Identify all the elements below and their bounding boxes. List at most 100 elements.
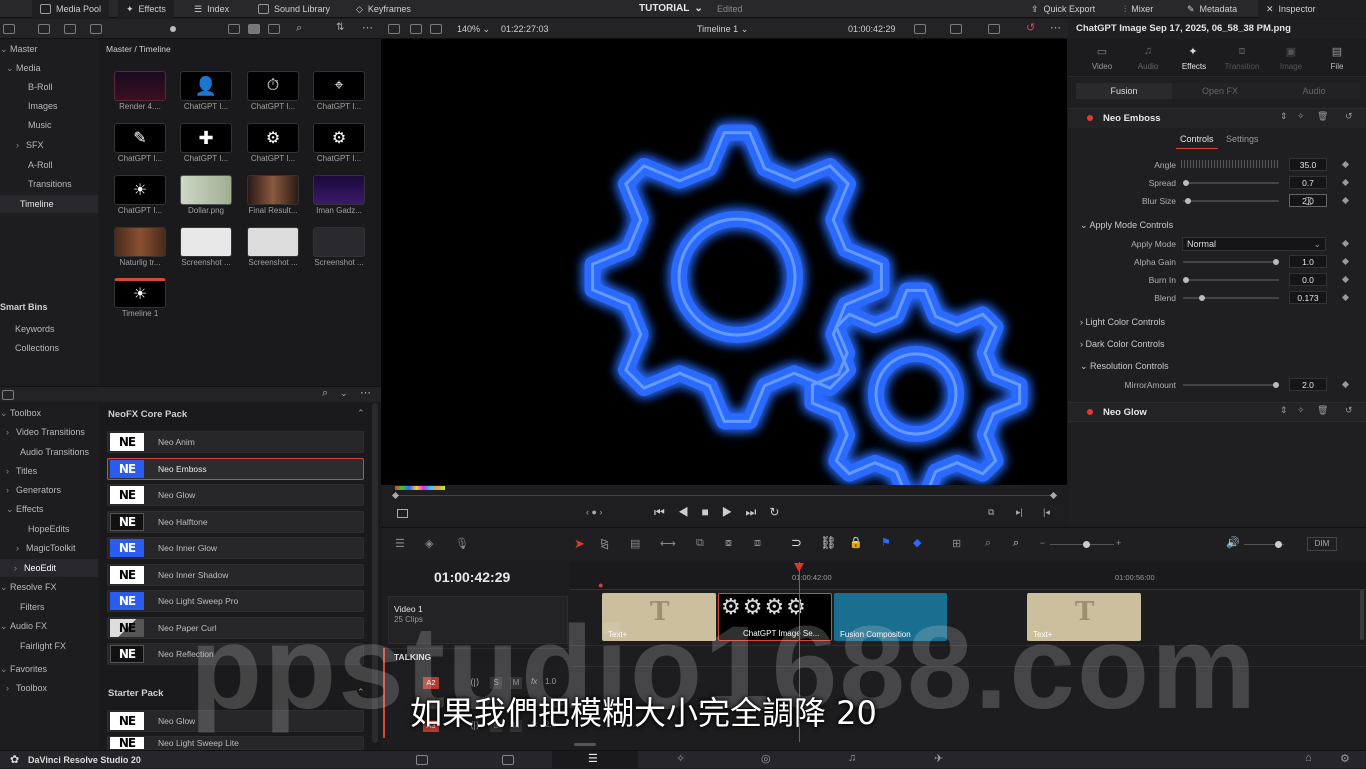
tab-image[interactable]: Image xyxy=(1273,62,1309,71)
zoom-slider[interactable] xyxy=(1050,544,1114,545)
zoom-detail-icon[interactable]: ⌕ xyxy=(985,537,991,550)
angle-value[interactable]: 35.0 xyxy=(1289,158,1327,171)
jog-control-icon[interactable]: ‹ ● › xyxy=(586,507,602,517)
snapping-icon[interactable]: ⊃ xyxy=(791,535,802,551)
transform-icon[interactable] xyxy=(988,24,1000,34)
tab-audio[interactable]: Audio xyxy=(1132,62,1164,71)
link-icon[interactable] xyxy=(38,24,50,34)
fx-video-transitions[interactable]: › Video Transitions xyxy=(6,423,85,441)
flag-icon[interactable]: ⚑ xyxy=(881,536,891,549)
microphone-icon[interactable]: 🎙 xyxy=(455,537,469,550)
zoom-level[interactable]: 140% ⌄ xyxy=(457,24,490,35)
skip-back-icon[interactable]: ⏮ xyxy=(654,505,678,519)
skip-forward-icon[interactable]: ⏭ xyxy=(746,505,770,519)
smart-bin-keywords[interactable]: Keywords xyxy=(15,320,55,338)
viewer-mode-icon[interactable] xyxy=(914,24,926,34)
timeline-ruler[interactable] xyxy=(570,562,1366,590)
undo-icon[interactable]: ↺ xyxy=(1026,21,1035,34)
magic-wand-icon[interactable]: ✧ xyxy=(1297,111,1305,122)
mixer-button[interactable]: ⫶ Mixer xyxy=(1124,0,1153,18)
fairlight-page-icon[interactable]: ♫ xyxy=(848,752,856,764)
blend-slider[interactable] xyxy=(1183,295,1279,301)
playhead-handle[interactable] xyxy=(794,563,804,572)
clip-thumbnail[interactable] xyxy=(313,175,365,205)
prev-clip-icon[interactable]: |◂ xyxy=(1043,507,1050,518)
clip-thumbnail[interactable]: ⚙ xyxy=(313,123,365,153)
mirror-amount-slider[interactable] xyxy=(1183,382,1279,388)
clip-thumbnail[interactable]: ⚙ xyxy=(247,123,299,153)
timeline-selector[interactable]: Timeline 1 ⌄ xyxy=(697,24,748,35)
trash-icon[interactable]: 🗑 xyxy=(1317,111,1328,122)
sound-library-button[interactable]: Sound Library xyxy=(258,0,330,18)
fx-audio-transitions[interactable]: Audio Transitions xyxy=(20,443,89,461)
bin-master[interactable]: ⌄ Master xyxy=(0,40,98,58)
effect-item[interactable]: NE Neo Inner Shadow xyxy=(107,564,364,586)
subtab-audio[interactable]: Audio xyxy=(1268,83,1360,99)
dim-button[interactable]: DIM xyxy=(1307,537,1337,551)
safe-area-icon[interactable] xyxy=(397,509,408,518)
bin-b-roll[interactable]: B-Roll xyxy=(28,78,53,96)
list-view-icon[interactable] xyxy=(268,24,280,34)
zoom-full-icon[interactable]: ⊞ xyxy=(952,537,961,550)
fx-audio-fx[interactable]: ⌄ Audio FX xyxy=(0,617,47,635)
clip-thumbnail[interactable] xyxy=(247,175,299,205)
effect-item[interactable]: NE Neo Glow xyxy=(107,484,364,506)
fx-filters[interactable]: Filters xyxy=(20,598,45,616)
bin-a-roll[interactable]: A-Roll xyxy=(28,156,53,174)
blend-value[interactable]: 0.173 xyxy=(1289,291,1327,304)
reorder-icon[interactable]: ⇕ xyxy=(1280,111,1288,122)
play-reverse-icon[interactable]: ◀ xyxy=(678,505,702,519)
fx-hopeedits[interactable]: HopeEdits xyxy=(28,520,70,538)
spread-slider[interactable] xyxy=(1183,180,1279,186)
monitor-icon[interactable] xyxy=(950,24,962,34)
clip-thumbnail[interactable]: 👤 xyxy=(180,71,232,101)
settings-gear-icon[interactable]: ⚙ xyxy=(1340,752,1350,765)
effect-item-selected[interactable]: NE Neo Emboss xyxy=(107,458,364,480)
clip-thumbnail[interactable] xyxy=(114,227,166,257)
linked-selection-icon[interactable]: ⛓ xyxy=(820,535,837,551)
fx-titles[interactable]: › Titles xyxy=(6,462,37,480)
slider-knob[interactable] xyxy=(1273,259,1279,265)
zoom-in-icon[interactable]: + xyxy=(1116,538,1121,548)
magic-wand-icon[interactable]: ✧ xyxy=(1297,405,1305,416)
fx-favorites[interactable]: ⌄ Favorites xyxy=(0,660,47,678)
blade-tool-icon[interactable]: ▤ xyxy=(630,537,640,550)
overwrite-clip-icon[interactable]: ⧇ xyxy=(725,537,732,550)
smart-bin-collections[interactable]: Collections xyxy=(15,339,59,357)
effect-item[interactable]: NE Neo Light Sweep Lite xyxy=(107,736,364,750)
reorder-icon[interactable]: ⇕ xyxy=(1280,405,1288,416)
viewer[interactable] xyxy=(381,39,1067,485)
fx-toolbox[interactable]: ⌄ Toolbox xyxy=(0,404,41,422)
tab-transition[interactable]: Transition xyxy=(1220,62,1264,71)
marker-icon[interactable]: ◆ xyxy=(913,536,921,549)
clip-thumbnail[interactable]: ☀ xyxy=(114,175,166,205)
index-button[interactable]: ☰ Index xyxy=(194,0,229,18)
cloud-icon[interactable] xyxy=(90,24,102,34)
tab-settings[interactable]: Settings xyxy=(1226,134,1259,144)
subtab-fusion[interactable]: Fusion xyxy=(1076,83,1172,99)
panel-toggle-icon[interactable] xyxy=(2,390,14,400)
panel-toggle-icon[interactable] xyxy=(3,24,15,34)
clip-thumbnail[interactable]: ⌖ xyxy=(313,71,365,101)
burn-in-slider[interactable] xyxy=(1183,277,1279,283)
lock-icon[interactable]: 🔒 xyxy=(849,536,863,549)
effect-item[interactable]: NE Neo Anim xyxy=(107,431,364,453)
inspector-button[interactable]: ✕ Inspector xyxy=(1258,0,1366,18)
effect-enable-toggle[interactable] xyxy=(1087,409,1093,415)
viewer-more-icon[interactable]: ⋯ xyxy=(1050,21,1061,34)
fx-effects[interactable]: ⌄ Effects xyxy=(6,500,43,518)
slider-knob[interactable] xyxy=(1183,277,1189,283)
clip-thumbnail[interactable]: ✚ xyxy=(180,123,232,153)
play-icon[interactable]: ▶ xyxy=(722,505,746,519)
dynamic-trim-icon[interactable]: ⟷ xyxy=(660,537,676,550)
bin-images[interactable]: Images xyxy=(28,97,58,115)
color-page-icon[interactable]: ◎ xyxy=(761,752,771,765)
light-color-section[interactable]: › Light Color Controls xyxy=(1080,313,1165,331)
metadata-view-icon[interactable] xyxy=(228,24,240,34)
metadata-button[interactable]: ✎ Metadata xyxy=(1187,0,1237,18)
selection-tool-icon[interactable]: ➤ xyxy=(574,536,585,552)
stop-icon[interactable]: ■ xyxy=(702,505,722,519)
timeline-options-icon[interactable]: ☰ xyxy=(395,537,405,550)
slider-knob[interactable] xyxy=(1185,198,1191,204)
video-tab-icon[interactable]: ▭ xyxy=(1090,45,1114,58)
